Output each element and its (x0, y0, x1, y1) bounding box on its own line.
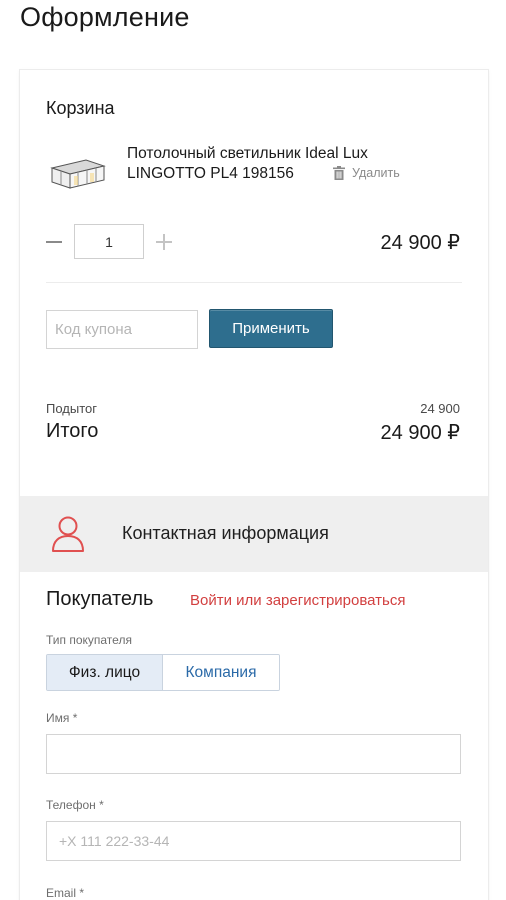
contact-info-title: Контактная информация (122, 523, 329, 543)
subtotal-label: Подытог (46, 401, 97, 416)
apply-coupon-button[interactable]: Применить (209, 309, 333, 348)
checkout-card: Корзина Потолочный светильник Ideal Lux … (20, 70, 488, 900)
coupon-input[interactable] (46, 310, 198, 349)
name-field[interactable] (46, 734, 461, 774)
quantity-decrease-button[interactable] (44, 227, 64, 257)
total-label: Итого (46, 420, 99, 442)
cart-title: Корзина (46, 98, 115, 118)
quantity-input[interactable] (74, 224, 144, 259)
divider (46, 282, 462, 283)
user-icon (52, 516, 84, 552)
total-value: 24 900 ₽ (380, 422, 460, 444)
buyer-type-toggle: Физ. лицо Компания (46, 654, 280, 691)
buyer-type-company[interactable]: Компания (163, 655, 279, 690)
buyer-title: Покупатель (46, 588, 154, 610)
buyer-type-individual[interactable]: Физ. лицо (47, 655, 163, 690)
item-price: 24 900 ₽ (380, 232, 460, 254)
email-label: Email * (46, 886, 85, 900)
delete-item-button[interactable]: Удалить (333, 166, 400, 180)
subtotal-value: 24 900 (420, 401, 460, 416)
delete-label: Удалить (352, 166, 400, 180)
trash-icon (333, 166, 345, 180)
product-thumbnail (50, 159, 106, 189)
quantity-increase-button[interactable] (154, 227, 174, 257)
login-register-link[interactable]: Войти или зарегистрироваться (190, 592, 405, 609)
phone-field[interactable] (46, 821, 461, 861)
buyer-type-label: Тип покупателя (46, 633, 132, 647)
name-label: Имя * (46, 711, 78, 725)
page-title: Оформление (20, 2, 190, 32)
phone-label: Телефон * (46, 798, 104, 812)
contact-info-section[interactable]: Контактная информация (20, 496, 488, 572)
